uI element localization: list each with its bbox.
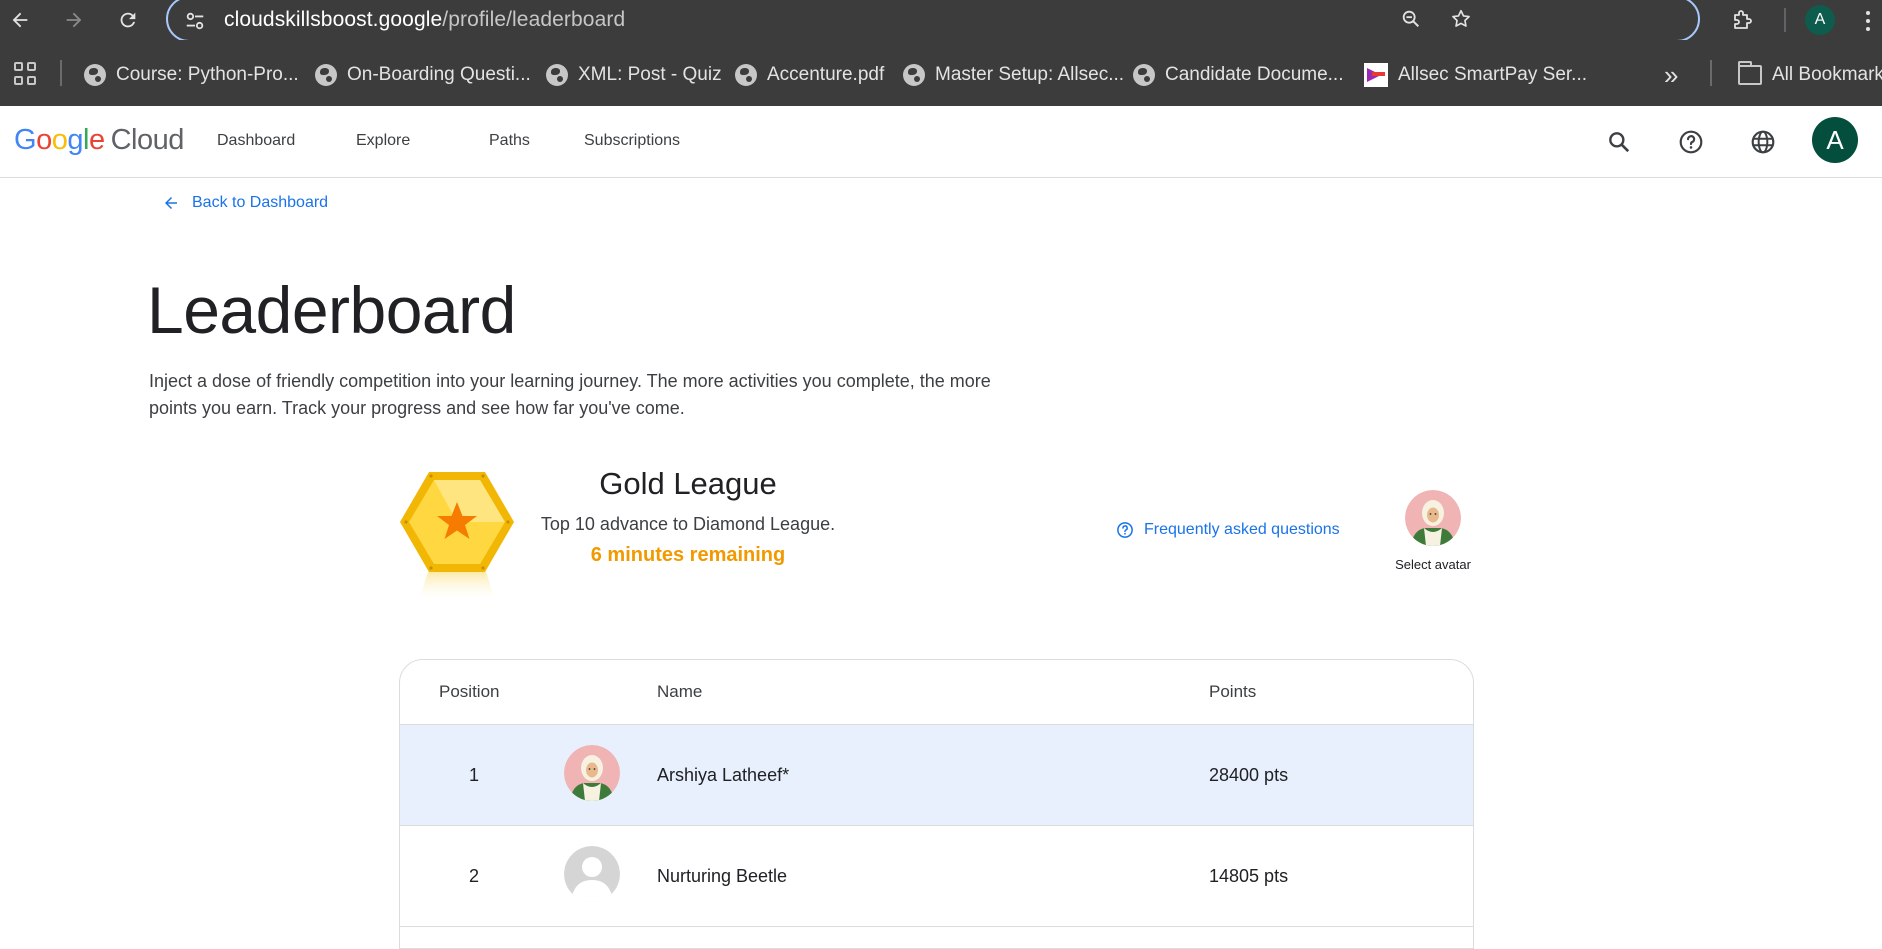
- bookmark-label: Master Setup: Allsec...: [935, 64, 1125, 85]
- nav-explore[interactable]: Explore: [356, 132, 410, 150]
- address-bar[interactable]: cloudskillsboost.google/profile/leaderbo…: [166, 0, 1700, 42]
- globe-icon: [903, 64, 925, 86]
- bookmark-item[interactable]: On-Boarding Questi...: [315, 60, 531, 90]
- url-path: /profile/leaderboard: [442, 8, 626, 31]
- row-points: 28400 pts: [1209, 765, 1289, 785]
- globe-icon: [546, 64, 568, 86]
- url-host: cloudskillsboost.google: [224, 8, 443, 31]
- reload-icon[interactable]: [112, 4, 144, 36]
- apps-grid-icon[interactable]: [14, 62, 38, 86]
- zoom-icon[interactable]: [1396, 4, 1426, 34]
- page-description: Inject a dose of friendly competition in…: [149, 371, 991, 418]
- faq-link[interactable]: Frequently asked questions: [1116, 521, 1340, 539]
- bookmark-label: On-Boarding Questi...: [347, 64, 531, 85]
- bookmarks-divider: [60, 60, 62, 86]
- bookmark-item[interactable]: Accenture.pdf: [735, 60, 884, 90]
- all-bookmarks-button[interactable]: All Bookmarks: [1738, 60, 1882, 90]
- globe-icon: [84, 64, 106, 86]
- row-name: Arshiya Latheef*: [657, 765, 790, 785]
- site-header: Google Cloud Dashboard Explore Paths Subs…: [0, 106, 1882, 178]
- bookmarks-bar: Course: Python-Pro... On-Boarding Questi…: [0, 40, 1882, 106]
- help-circle-icon: [1117, 522, 1133, 538]
- bookmark-label: Accenture.pdf: [767, 64, 885, 85]
- google-cloud-logo[interactable]: Google Cloud: [14, 124, 184, 157]
- google-wordmark-letter: G: [14, 124, 37, 156]
- google-wordmark-letter: o: [36, 124, 52, 156]
- all-bookmarks-label: All Bookmarks: [1772, 64, 1882, 85]
- column-header-position: Position: [439, 682, 500, 701]
- select-avatar-button[interactable]: Select avatar: [1386, 490, 1480, 572]
- bookmark-item[interactable]: Candidate Docume...: [1133, 60, 1344, 90]
- bookmark-star-icon[interactable]: [1446, 4, 1476, 34]
- toolbar-divider: [1784, 8, 1786, 32]
- time-remaining: 6 minutes remaining: [590, 544, 786, 566]
- nav-dashboard[interactable]: Dashboard: [217, 132, 295, 150]
- chevrons-right-icon: »: [1664, 59, 1679, 90]
- page-title: Leaderboard: [147, 273, 516, 347]
- bookmark-label: Candidate Docume...: [1165, 64, 1344, 85]
- globe-icon: [735, 64, 757, 86]
- profile-avatar-image: [1405, 490, 1461, 546]
- bookmark-item[interactable]: Master Setup: Allsec...: [903, 60, 1124, 90]
- google-wordmark-letter: g: [67, 124, 83, 156]
- search-icon[interactable]: [1597, 120, 1641, 164]
- nav-subscriptions[interactable]: Subscriptions: [584, 132, 680, 150]
- google-wordmark-letter: e: [88, 124, 105, 156]
- help-icon[interactable]: [1669, 120, 1713, 164]
- column-header-points: Points: [1209, 682, 1257, 701]
- bookmark-item[interactable]: Allsec SmartPay Ser...: [1364, 60, 1587, 90]
- bookmarks-divider: [1710, 60, 1712, 86]
- bookmark-item[interactable]: XML: Post - Quiz: [546, 60, 722, 90]
- back-arrow-icon[interactable]: [4, 4, 36, 36]
- browser-toolbar: cloudskillsboost.google/profile/leaderbo…: [0, 0, 1882, 42]
- bookmark-label: Allsec SmartPay Ser...: [1398, 64, 1588, 85]
- row-position: 2: [468, 866, 479, 886]
- row-points: 14805 pts: [1209, 866, 1289, 886]
- google-wordmark: Google: [14, 124, 105, 156]
- language-globe-icon[interactable]: [1741, 120, 1785, 164]
- bookmarks-overflow-button[interactable]: »: [1664, 60, 1678, 90]
- browser-menu-icon[interactable]: [1858, 6, 1878, 36]
- google-wordmark-letter: o: [51, 124, 68, 156]
- forward-arrow-icon[interactable]: [58, 4, 90, 36]
- nav-paths[interactable]: Paths: [489, 132, 530, 150]
- faq-label: Frequently asked questions: [1144, 521, 1340, 538]
- back-to-dashboard-link[interactable]: Back to Dashboard: [162, 194, 328, 212]
- row-avatar: [564, 745, 620, 806]
- row-position: 1: [468, 765, 479, 785]
- site-settings-icon[interactable]: [184, 10, 206, 32]
- url-text[interactable]: cloudskillsboost.google/profile/leaderbo…: [224, 8, 625, 32]
- bookmark-label: XML: Post - Quiz: [578, 64, 722, 85]
- back-link-label: Back to Dashboard: [192, 194, 329, 211]
- table-header: Position Name Points: [400, 660, 1473, 725]
- table-row-current-user: 1 Arshiya Latheef* 28400 pts: [400, 725, 1473, 826]
- bookmark-label: Course: Python-Pro...: [116, 64, 299, 85]
- arrow-left-icon: [165, 197, 177, 209]
- row-avatar: [564, 846, 620, 907]
- cloud-wordmark: Cloud: [110, 124, 185, 156]
- browser-profile-avatar[interactable]: A: [1805, 5, 1835, 35]
- league-subtitle: Top 10 advance to Diamond League.: [540, 514, 836, 534]
- select-avatar-label: Select avatar: [1395, 557, 1471, 572]
- league-name: Gold League: [599, 466, 777, 501]
- row-name: Nurturing Beetle: [657, 866, 788, 886]
- gold-league-badge-icon: [400, 472, 514, 602]
- globe-icon: [1133, 64, 1155, 86]
- default-user-icon: [564, 846, 620, 902]
- table-row: 2 Nurturing Beetle 14805 pts: [400, 826, 1473, 927]
- folder-icon: [1738, 61, 1762, 85]
- column-header-name: Name: [657, 682, 703, 701]
- bookmark-item[interactable]: Course: Python-Pro...: [84, 60, 299, 90]
- allsec-logo-icon: [1364, 63, 1388, 87]
- leaderboard-table: Position Name Points 1 Arshiya Latheef* …: [399, 659, 1474, 949]
- extensions-puzzle-icon[interactable]: [1726, 4, 1758, 36]
- user-avatar[interactable]: A: [1812, 117, 1858, 163]
- globe-icon: [315, 64, 337, 86]
